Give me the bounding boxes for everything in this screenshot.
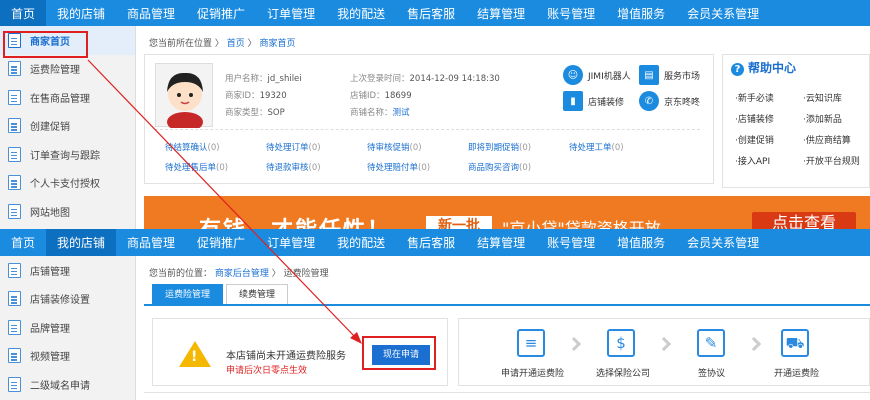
composite-screenshot: 首页 我的店铺 商品管理 促销推广 订单管理 我的配送 售后客服 结算管理 账号… <box>0 0 870 400</box>
annotation-arrow <box>87 59 362 344</box>
